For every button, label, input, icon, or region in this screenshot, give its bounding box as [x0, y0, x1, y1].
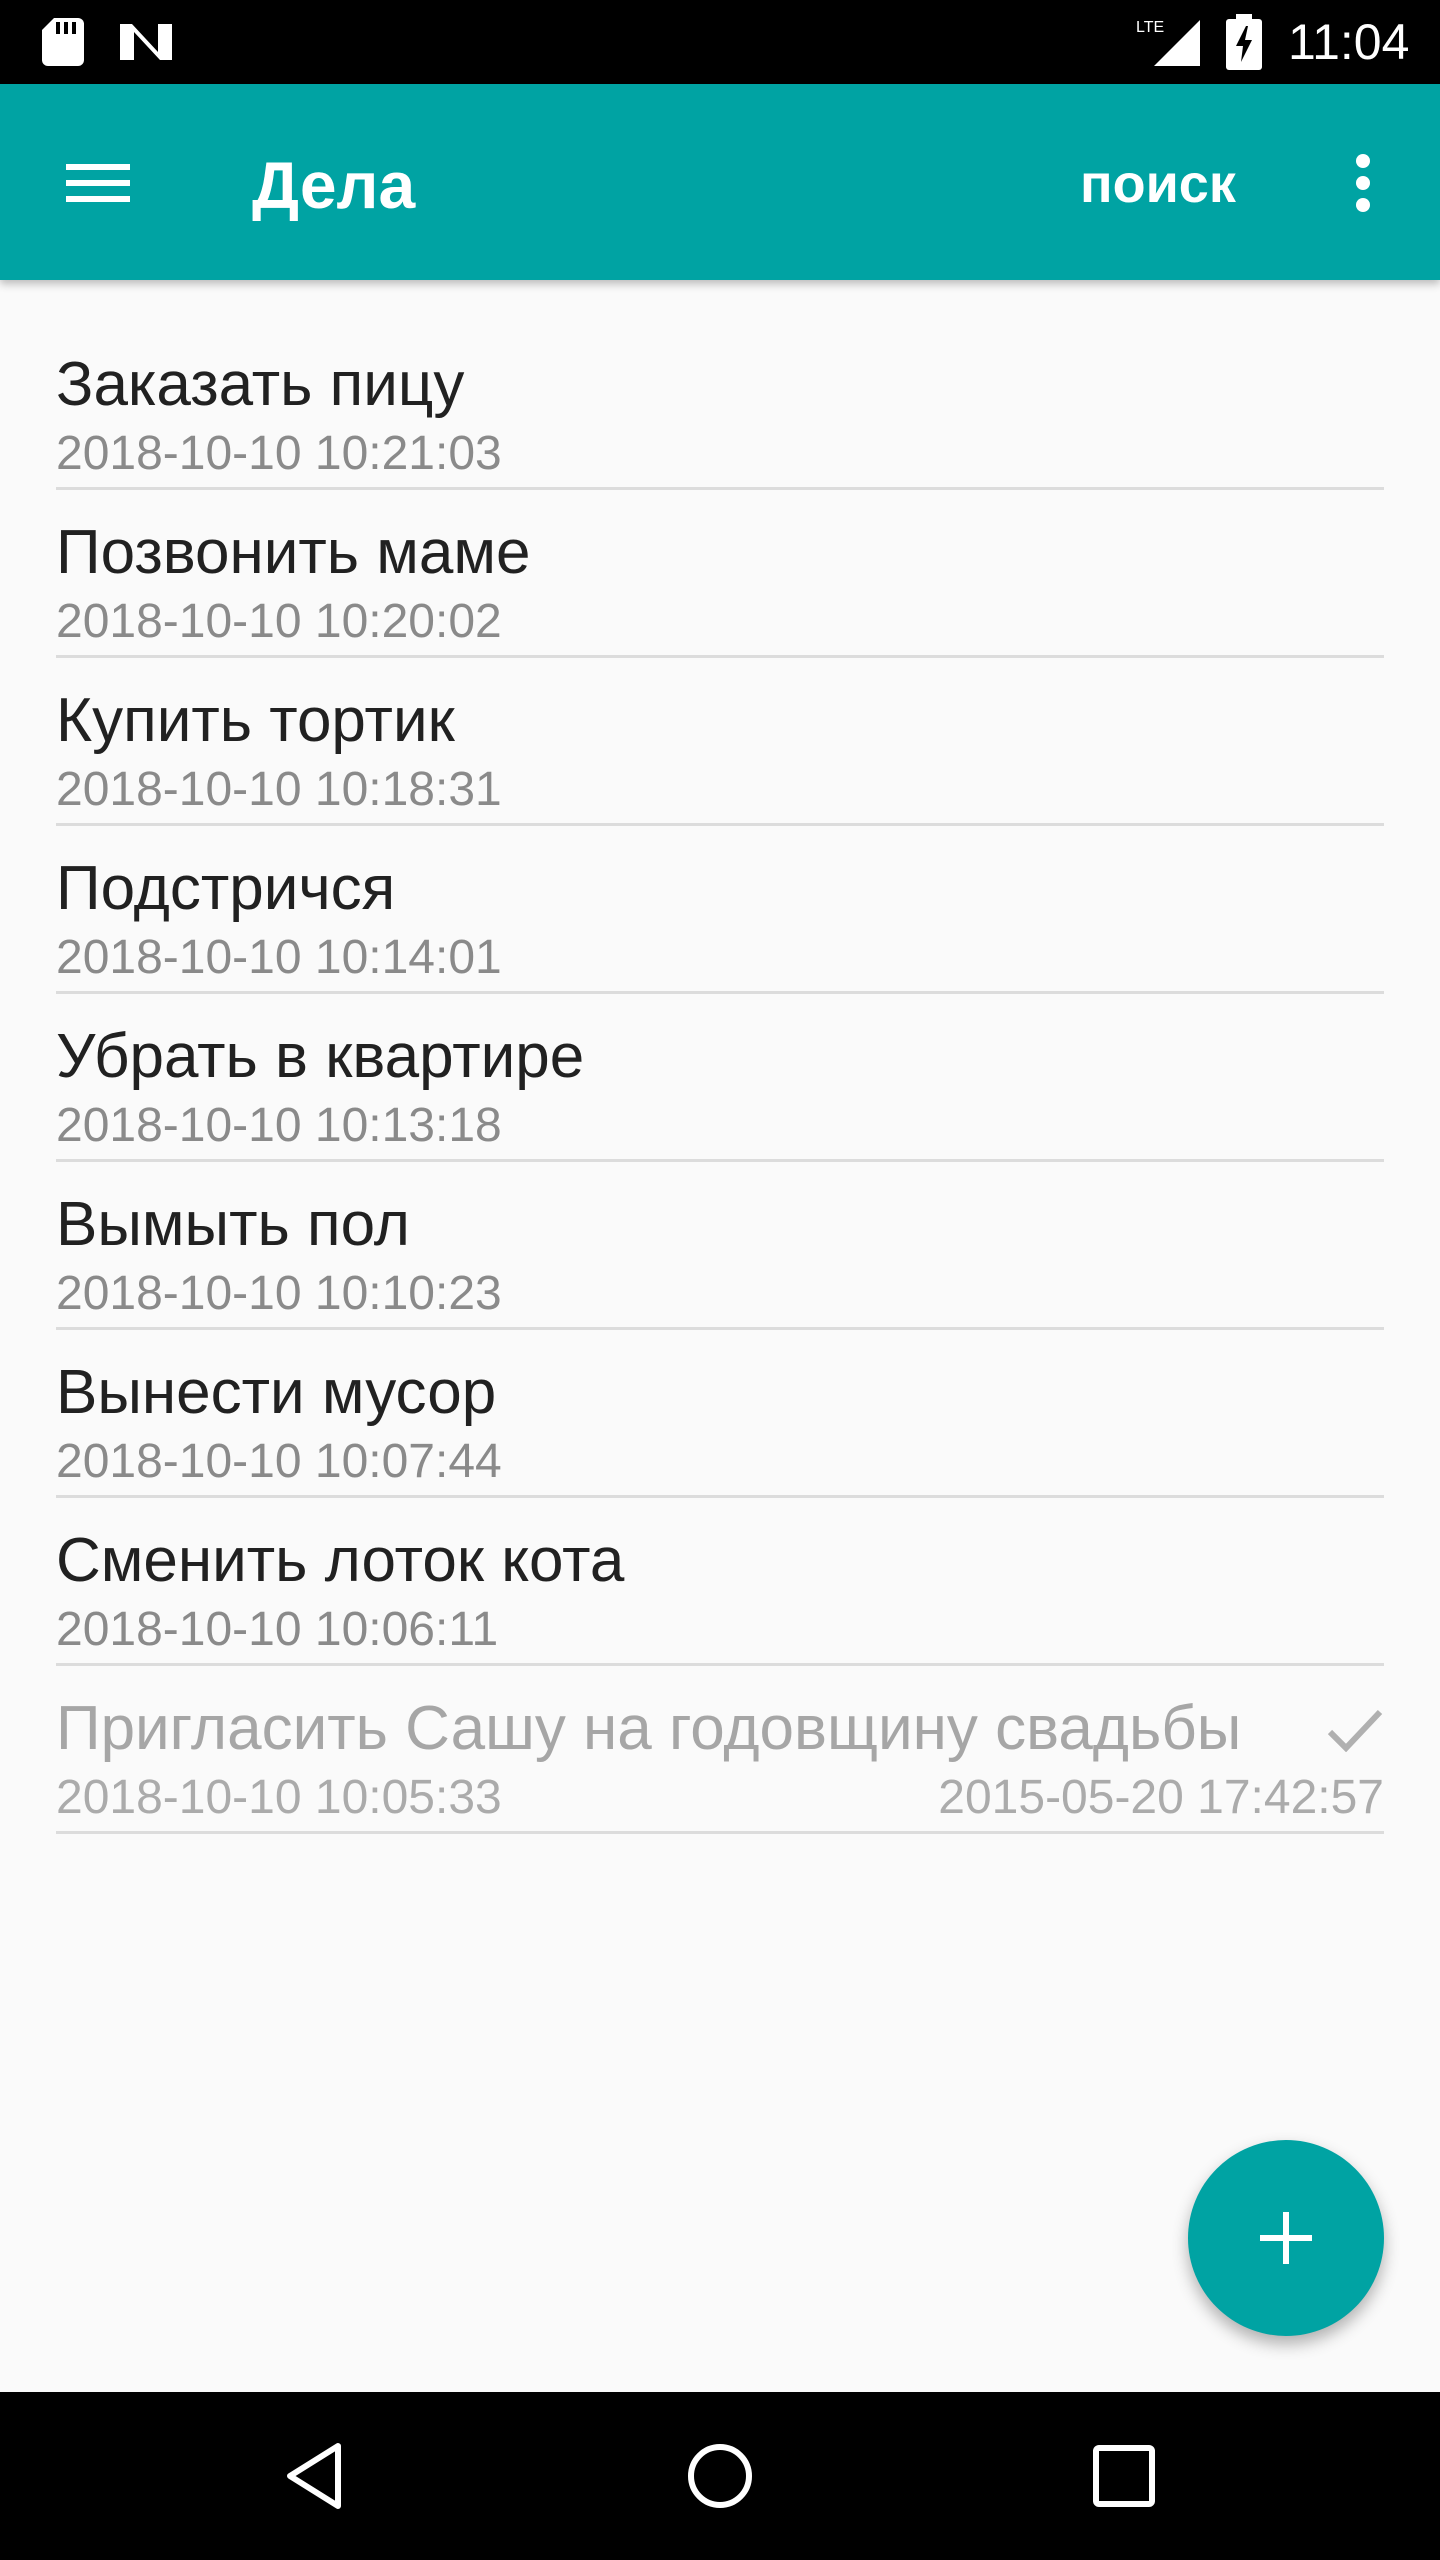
task-title: Заказать пицу	[56, 350, 465, 419]
task-title: Сменить лоток кота	[56, 1526, 625, 1595]
task-title: Вынести мусор	[56, 1358, 497, 1427]
battery-charging-icon	[1226, 14, 1262, 70]
n-icon	[120, 24, 172, 60]
task-title: Убрать в квартире	[56, 1022, 585, 1091]
task-title: Купить тортик	[56, 686, 455, 755]
app-bar: Дела поиск	[0, 84, 1440, 280]
status-bar: LTE 11:04	[0, 0, 1440, 84]
lte-signal-icon: LTE	[1136, 19, 1200, 66]
recents-icon[interactable]	[1084, 2436, 1164, 2516]
task-title: Пригласить Сашу на годовщину свадьбы	[56, 1694, 1242, 1763]
navigation-bar	[0, 2392, 1440, 2560]
list-item[interactable]: Убрать в квартире 2018-10-10 10:13:18	[56, 994, 1384, 1162]
clock: 11:04	[1288, 14, 1410, 70]
menu-button[interactable]	[50, 136, 144, 230]
task-title: Подстричся	[56, 854, 396, 923]
list-item-completed[interactable]: Пригласить Сашу на годовщину свадьбы 201…	[56, 1666, 1384, 1834]
add-task-button[interactable]	[1188, 2140, 1384, 2336]
task-date: 2018-10-10 10:20:02	[56, 595, 502, 648]
list-item[interactable]: Сменить лоток кота 2018-10-10 10:06:11	[56, 1498, 1384, 1666]
svg-text:LTE: LTE	[1136, 19, 1164, 36]
task-date: 2018-10-10 10:13:18	[56, 1099, 502, 1152]
task-title: Позвонить маме	[56, 518, 531, 587]
task-date: 2018-10-10 10:05:33	[56, 1771, 502, 1824]
list-item[interactable]: Вымыть пол 2018-10-10 10:10:23	[56, 1162, 1384, 1330]
task-date: 2018-10-10 10:10:23	[56, 1267, 502, 1320]
task-date: 2018-10-10 10:06:11	[56, 1603, 499, 1656]
list-item[interactable]: Купить тортик 2018-10-10 10:18:31	[56, 658, 1384, 826]
back-icon[interactable]	[276, 2436, 356, 2516]
sd-card-icon	[42, 18, 84, 66]
list-item[interactable]: Позвонить маме 2018-10-10 10:20:02	[56, 490, 1384, 658]
task-date: 2018-10-10 10:14:01	[56, 931, 502, 984]
completed-date: 2015-05-20 17:42:57	[938, 1771, 1384, 1824]
check-icon	[1327, 1709, 1383, 1752]
task-list: Заказать пицу 2018-10-10 10:21:03 Позвон…	[56, 322, 1384, 1834]
overflow-menu-button[interactable]	[1330, 136, 1394, 230]
task-date: 2018-10-10 10:21:03	[56, 427, 502, 480]
page-title: Дела	[252, 148, 416, 222]
list-item[interactable]: Вынести мусор 2018-10-10 10:07:44	[56, 1330, 1384, 1498]
home-icon[interactable]	[680, 2436, 760, 2516]
task-date: 2018-10-10 10:07:44	[56, 1435, 502, 1488]
list-item[interactable]: Подстричся 2018-10-10 10:14:01	[56, 826, 1384, 994]
search-button[interactable]: поиск	[1080, 142, 1236, 226]
task-title: Вымыть пол	[56, 1190, 410, 1259]
task-date: 2018-10-10 10:18:31	[56, 763, 502, 816]
list-item[interactable]: Заказать пицу 2018-10-10 10:21:03	[56, 322, 1384, 490]
